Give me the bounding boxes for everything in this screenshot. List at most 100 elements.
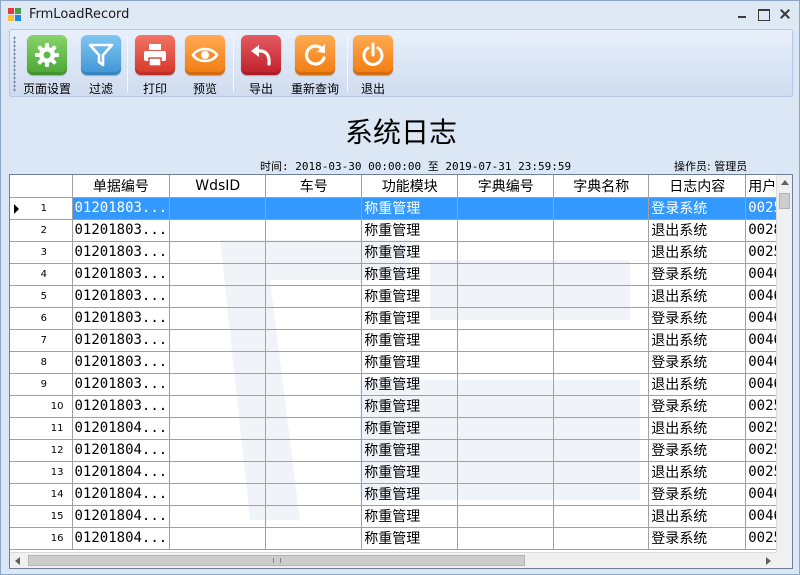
cell-dict-no[interactable] xyxy=(457,307,555,330)
cell-dict-no[interactable] xyxy=(457,373,555,396)
cell-module[interactable]: 称重管理 xyxy=(361,505,459,528)
row-header[interactable]: 15 xyxy=(10,505,73,528)
cell-wds-id[interactable] xyxy=(169,285,267,308)
cell-wds-id[interactable] xyxy=(169,483,267,506)
table-row[interactable]: 3 01201803... 称重管理 退出系统 0025 xyxy=(10,241,787,264)
page-setup-button[interactable]: 页面设置 xyxy=(17,33,77,96)
cell-wds-id[interactable] xyxy=(169,417,267,440)
cell-dict-name[interactable] xyxy=(553,307,650,330)
cell-dict-no[interactable] xyxy=(457,417,555,440)
cell-wds-id[interactable] xyxy=(169,219,267,242)
cell-module[interactable]: 称重管理 xyxy=(361,219,459,242)
cell-doc-no[interactable]: 01201804... xyxy=(72,505,171,528)
cell-car-no[interactable] xyxy=(265,307,363,330)
table-row[interactable]: 14 01201804... 称重管理 登录系统 0046 xyxy=(10,483,787,506)
cell-dict-no[interactable] xyxy=(457,439,555,462)
cell-doc-no[interactable]: 01201804... xyxy=(72,527,171,550)
cell-dict-name[interactable] xyxy=(553,505,650,528)
table-row[interactable]: 12 01201804... 称重管理 登录系统 0025 xyxy=(10,439,787,462)
row-header[interactable]: 6 xyxy=(10,307,73,330)
column-header-wds-id[interactable]: WdsID xyxy=(169,175,267,198)
cell-doc-no[interactable]: 01201803... xyxy=(72,263,171,286)
export-button[interactable]: 导出 xyxy=(239,33,283,96)
column-header-doc-no[interactable]: 单据编号 xyxy=(72,175,171,198)
cell-module[interactable]: 称重管理 xyxy=(361,329,459,352)
cell-dict-no[interactable] xyxy=(457,197,555,220)
vertical-scrollbar[interactable] xyxy=(776,175,792,552)
cell-car-no[interactable] xyxy=(265,461,363,484)
cell-dict-name[interactable] xyxy=(553,373,650,396)
table-row[interactable]: 11 01201804... 称重管理 退出系统 0025 xyxy=(10,417,787,440)
cell-dict-no[interactable] xyxy=(457,461,555,484)
log-data-grid[interactable]: 单据编号 WdsID 车号 功能模块 字典编号 字典名称 日志内容 用户 1 01… xyxy=(9,174,793,569)
row-header[interactable]: 3 xyxy=(10,241,73,264)
print-button[interactable]: 打印 xyxy=(133,33,177,96)
minimize-button[interactable] xyxy=(734,7,750,21)
cell-dict-name[interactable] xyxy=(553,329,650,352)
cell-doc-no[interactable]: 01201804... xyxy=(72,461,171,484)
exit-button[interactable]: 退出 xyxy=(351,33,395,96)
cell-wds-id[interactable] xyxy=(169,197,267,220)
cell-log-content[interactable]: 登录系统 xyxy=(648,483,747,506)
cell-doc-no[interactable]: 01201803... xyxy=(72,351,171,374)
cell-log-content[interactable]: 退出系统 xyxy=(648,241,747,264)
cell-wds-id[interactable] xyxy=(169,439,267,462)
cell-log-content[interactable]: 退出系统 xyxy=(648,329,747,352)
table-row[interactable]: 10 01201803... 称重管理 登录系统 0025 xyxy=(10,395,787,418)
cell-wds-id[interactable] xyxy=(169,527,267,550)
cell-dict-no[interactable] xyxy=(457,263,555,286)
column-header-log-content[interactable]: 日志内容 xyxy=(648,175,747,198)
cell-log-content[interactable]: 登录系统 xyxy=(648,527,747,550)
cell-wds-id[interactable] xyxy=(169,461,267,484)
cell-module[interactable]: 称重管理 xyxy=(361,417,459,440)
cell-wds-id[interactable] xyxy=(169,307,267,330)
column-header-dict-name[interactable]: 字典名称 xyxy=(553,175,650,198)
table-row[interactable]: 15 01201804... 称重管理 退出系统 0046 xyxy=(10,505,787,528)
cell-car-no[interactable] xyxy=(265,417,363,440)
cell-car-no[interactable] xyxy=(265,329,363,352)
cell-car-no[interactable] xyxy=(265,483,363,506)
cell-dict-name[interactable] xyxy=(553,527,650,550)
horizontal-scroll-thumb[interactable] xyxy=(28,555,525,566)
row-header[interactable]: 5 xyxy=(10,285,73,308)
table-row[interactable]: 4 01201803... 称重管理 登录系统 0046 xyxy=(10,263,787,286)
cell-dict-no[interactable] xyxy=(457,527,555,550)
toolbar-grip[interactable] xyxy=(13,36,16,92)
row-header[interactable]: 2 xyxy=(10,219,73,242)
row-header[interactable]: 1 xyxy=(10,197,73,220)
cell-dict-name[interactable] xyxy=(553,197,650,220)
cell-car-no[interactable] xyxy=(265,373,363,396)
cell-dict-name[interactable] xyxy=(553,417,650,440)
cell-doc-no[interactable]: 01201803... xyxy=(72,373,171,396)
cell-wds-id[interactable] xyxy=(169,351,267,374)
cell-car-no[interactable] xyxy=(265,395,363,418)
cell-dict-name[interactable] xyxy=(553,461,650,484)
cell-module[interactable]: 称重管理 xyxy=(361,263,459,286)
cell-dict-name[interactable] xyxy=(553,241,650,264)
cell-wds-id[interactable] xyxy=(169,263,267,286)
cell-car-no[interactable] xyxy=(265,285,363,308)
row-header[interactable]: 14 xyxy=(10,483,73,506)
cell-module[interactable]: 称重管理 xyxy=(361,483,459,506)
cell-dict-no[interactable] xyxy=(457,351,555,374)
cell-doc-no[interactable]: 01201803... xyxy=(72,395,171,418)
cell-log-content[interactable]: 登录系统 xyxy=(648,395,747,418)
row-header[interactable]: 12 xyxy=(10,439,73,462)
table-row[interactable]: 2 01201803... 称重管理 退出系统 0028 xyxy=(10,219,787,242)
cell-log-content[interactable]: 退出系统 xyxy=(648,505,747,528)
column-header-module[interactable]: 功能模块 xyxy=(361,175,459,198)
cell-dict-no[interactable] xyxy=(457,241,555,264)
cell-wds-id[interactable] xyxy=(169,373,267,396)
cell-log-content[interactable]: 登录系统 xyxy=(648,307,747,330)
cell-dict-name[interactable] xyxy=(553,351,650,374)
vertical-scroll-thumb[interactable] xyxy=(779,193,790,209)
row-header[interactable]: 4 xyxy=(10,263,73,286)
close-button[interactable] xyxy=(777,7,793,21)
scroll-left-arrow-icon[interactable] xyxy=(15,557,20,565)
table-row[interactable]: 16 01201804... 称重管理 登录系统 0025 xyxy=(10,527,787,550)
column-header-car-no[interactable]: 车号 xyxy=(265,175,363,198)
cell-dict-no[interactable] xyxy=(457,505,555,528)
requery-button[interactable]: 重新查询 xyxy=(285,33,345,96)
table-row[interactable]: 7 01201803... 称重管理 退出系统 0046 xyxy=(10,329,787,352)
cell-module[interactable]: 称重管理 xyxy=(361,197,459,220)
